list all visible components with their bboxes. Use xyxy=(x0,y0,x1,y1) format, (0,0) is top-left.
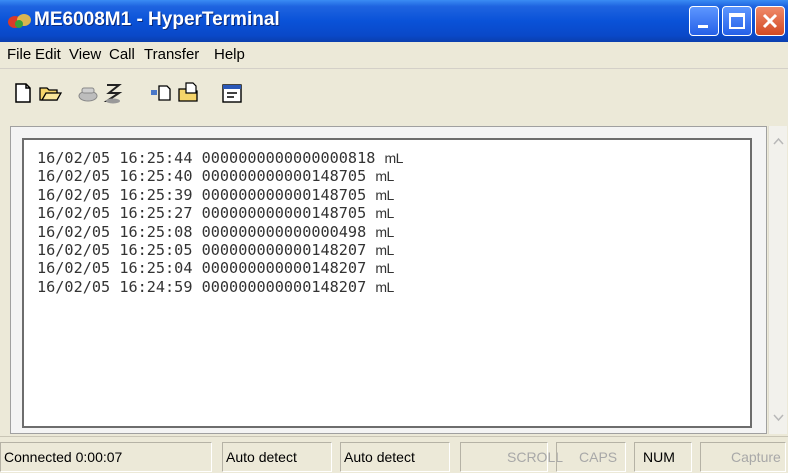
menu-transfer[interactable]: Transfer xyxy=(144,46,199,63)
terminal-lines: 16/02/05 16:25:44 0000000000000000818 mL… xyxy=(37,149,403,296)
terminal-line-value: 000000000000148705 xyxy=(201,204,367,223)
terminal-line-unit: mL xyxy=(375,205,394,222)
menu-bar: File Edit View Call Transfer Help xyxy=(0,42,788,69)
terminal-line: 16/02/05 16:25:39 000000000000148705 mL xyxy=(37,186,403,204)
properties-icon[interactable] xyxy=(220,81,244,105)
menu-call[interactable]: Call xyxy=(109,46,135,63)
terminal-line-unit: mL xyxy=(375,278,394,295)
menu-file[interactable]: File xyxy=(7,46,31,63)
menu-help[interactable]: Help xyxy=(214,46,245,63)
terminal-line-date: 16/02/05 xyxy=(37,167,111,186)
terminal-output[interactable]: 16/02/05 16:25:44 0000000000000000818 mL… xyxy=(22,138,752,428)
terminal-line-value: 000000000000148705 xyxy=(201,167,367,186)
status-connected: Connected 0:00:07 xyxy=(0,442,212,472)
terminal-line-time: 16:24:59 xyxy=(119,277,193,296)
terminal-line: 16/02/05 16:25:27 000000000000148705 mL xyxy=(37,204,403,222)
toolbar xyxy=(0,69,788,119)
terminal-line-value: 000000000000148207 xyxy=(201,240,367,259)
terminal-line-time: 16:25:05 xyxy=(119,240,193,259)
maximize-icon xyxy=(729,13,745,29)
status-auto-detect-1: Auto detect xyxy=(222,442,332,472)
terminal-line-value: 000000000000148207 xyxy=(201,259,367,278)
terminal-line: 16/02/05 16:25:04 000000000000148207 mL xyxy=(37,259,403,277)
terminal-line-date: 16/02/05 xyxy=(37,259,111,278)
terminal-line-date: 16/02/05 xyxy=(37,222,111,241)
terminal-line-time: 16:25:27 xyxy=(119,204,193,223)
terminal-line-date: 16/02/05 xyxy=(37,149,111,167)
status-capture: Capture xyxy=(700,442,786,472)
title-bar[interactable]: ME6008M1 - HyperTerminal xyxy=(0,0,788,42)
terminal-line-time: 16:25:04 xyxy=(119,259,193,278)
send-file-icon[interactable] xyxy=(150,81,174,105)
vertical-scrollbar[interactable] xyxy=(768,126,787,434)
new-document-icon[interactable] xyxy=(11,81,35,105)
hyperterminal-app-icon[interactable] xyxy=(6,11,32,31)
terminal-line-time: 16:25:40 xyxy=(119,167,193,186)
scroll-up-icon[interactable] xyxy=(771,134,786,149)
terminal-line-value: 000000000000000498 xyxy=(201,222,367,241)
terminal-line-time: 16:25:08 xyxy=(119,222,193,241)
scroll-down-icon[interactable] xyxy=(771,410,786,425)
terminal-line-time: 16:25:44 xyxy=(119,149,193,167)
terminal-line: 16/02/05 16:25:05 000000000000148207 mL xyxy=(37,241,403,259)
terminal-line-value: 000000000000148207 xyxy=(201,277,367,296)
status-scroll: SCROLL xyxy=(460,442,563,472)
terminal-line-date: 16/02/05 xyxy=(37,277,111,296)
terminal-line-date: 16/02/05 xyxy=(37,185,111,204)
menu-view[interactable]: View xyxy=(69,46,101,63)
terminal-line: 16/02/05 16:25:44 0000000000000000818 mL xyxy=(37,149,403,167)
minimize-button[interactable] xyxy=(689,6,719,36)
close-button[interactable] xyxy=(755,6,785,36)
hyperterminal-window: ME6008M1 - HyperTerminal File Edit View … xyxy=(0,0,788,473)
terminal-line: 16/02/05 16:24:59 000000000000148207 mL xyxy=(37,278,403,296)
status-num: NUM xyxy=(634,442,692,472)
receive-file-icon[interactable] xyxy=(177,81,201,105)
minimize-icon xyxy=(698,25,708,28)
terminal-line-date: 16/02/05 xyxy=(37,204,111,223)
terminal-line-unit: mL xyxy=(375,186,394,203)
terminal-line-unit: mL xyxy=(375,260,394,277)
terminal-line: 16/02/05 16:25:08 000000000000000498 mL xyxy=(37,223,403,241)
open-folder-icon[interactable] xyxy=(38,81,62,105)
window-title: ME6008M1 - HyperTerminal xyxy=(34,9,280,30)
phone-disconnect-icon[interactable] xyxy=(101,81,125,105)
terminal-line-time: 16:25:39 xyxy=(119,185,193,204)
close-icon xyxy=(762,13,778,29)
status-bar: Connected 0:00:07 Auto detect Auto detec… xyxy=(0,436,788,473)
status-auto-detect-2: Auto detect xyxy=(340,442,450,472)
terminal-line-unit: mL xyxy=(375,241,394,258)
terminal-line-unit: mL xyxy=(384,150,404,166)
terminal-line-unit: mL xyxy=(375,168,394,185)
terminal-line-value: 000000000000148705 xyxy=(201,185,367,204)
terminal-line-value: 0000000000000000818 xyxy=(201,149,376,167)
phone-connect-icon[interactable] xyxy=(76,81,100,105)
terminal-line-date: 16/02/05 xyxy=(37,240,111,259)
status-caps: CAPS xyxy=(556,442,626,472)
maximize-button[interactable] xyxy=(722,6,752,36)
terminal-line: 16/02/05 16:25:40 000000000000148705 mL xyxy=(37,167,403,185)
menu-edit[interactable]: Edit xyxy=(35,46,61,63)
terminal-line-unit: mL xyxy=(375,223,394,240)
